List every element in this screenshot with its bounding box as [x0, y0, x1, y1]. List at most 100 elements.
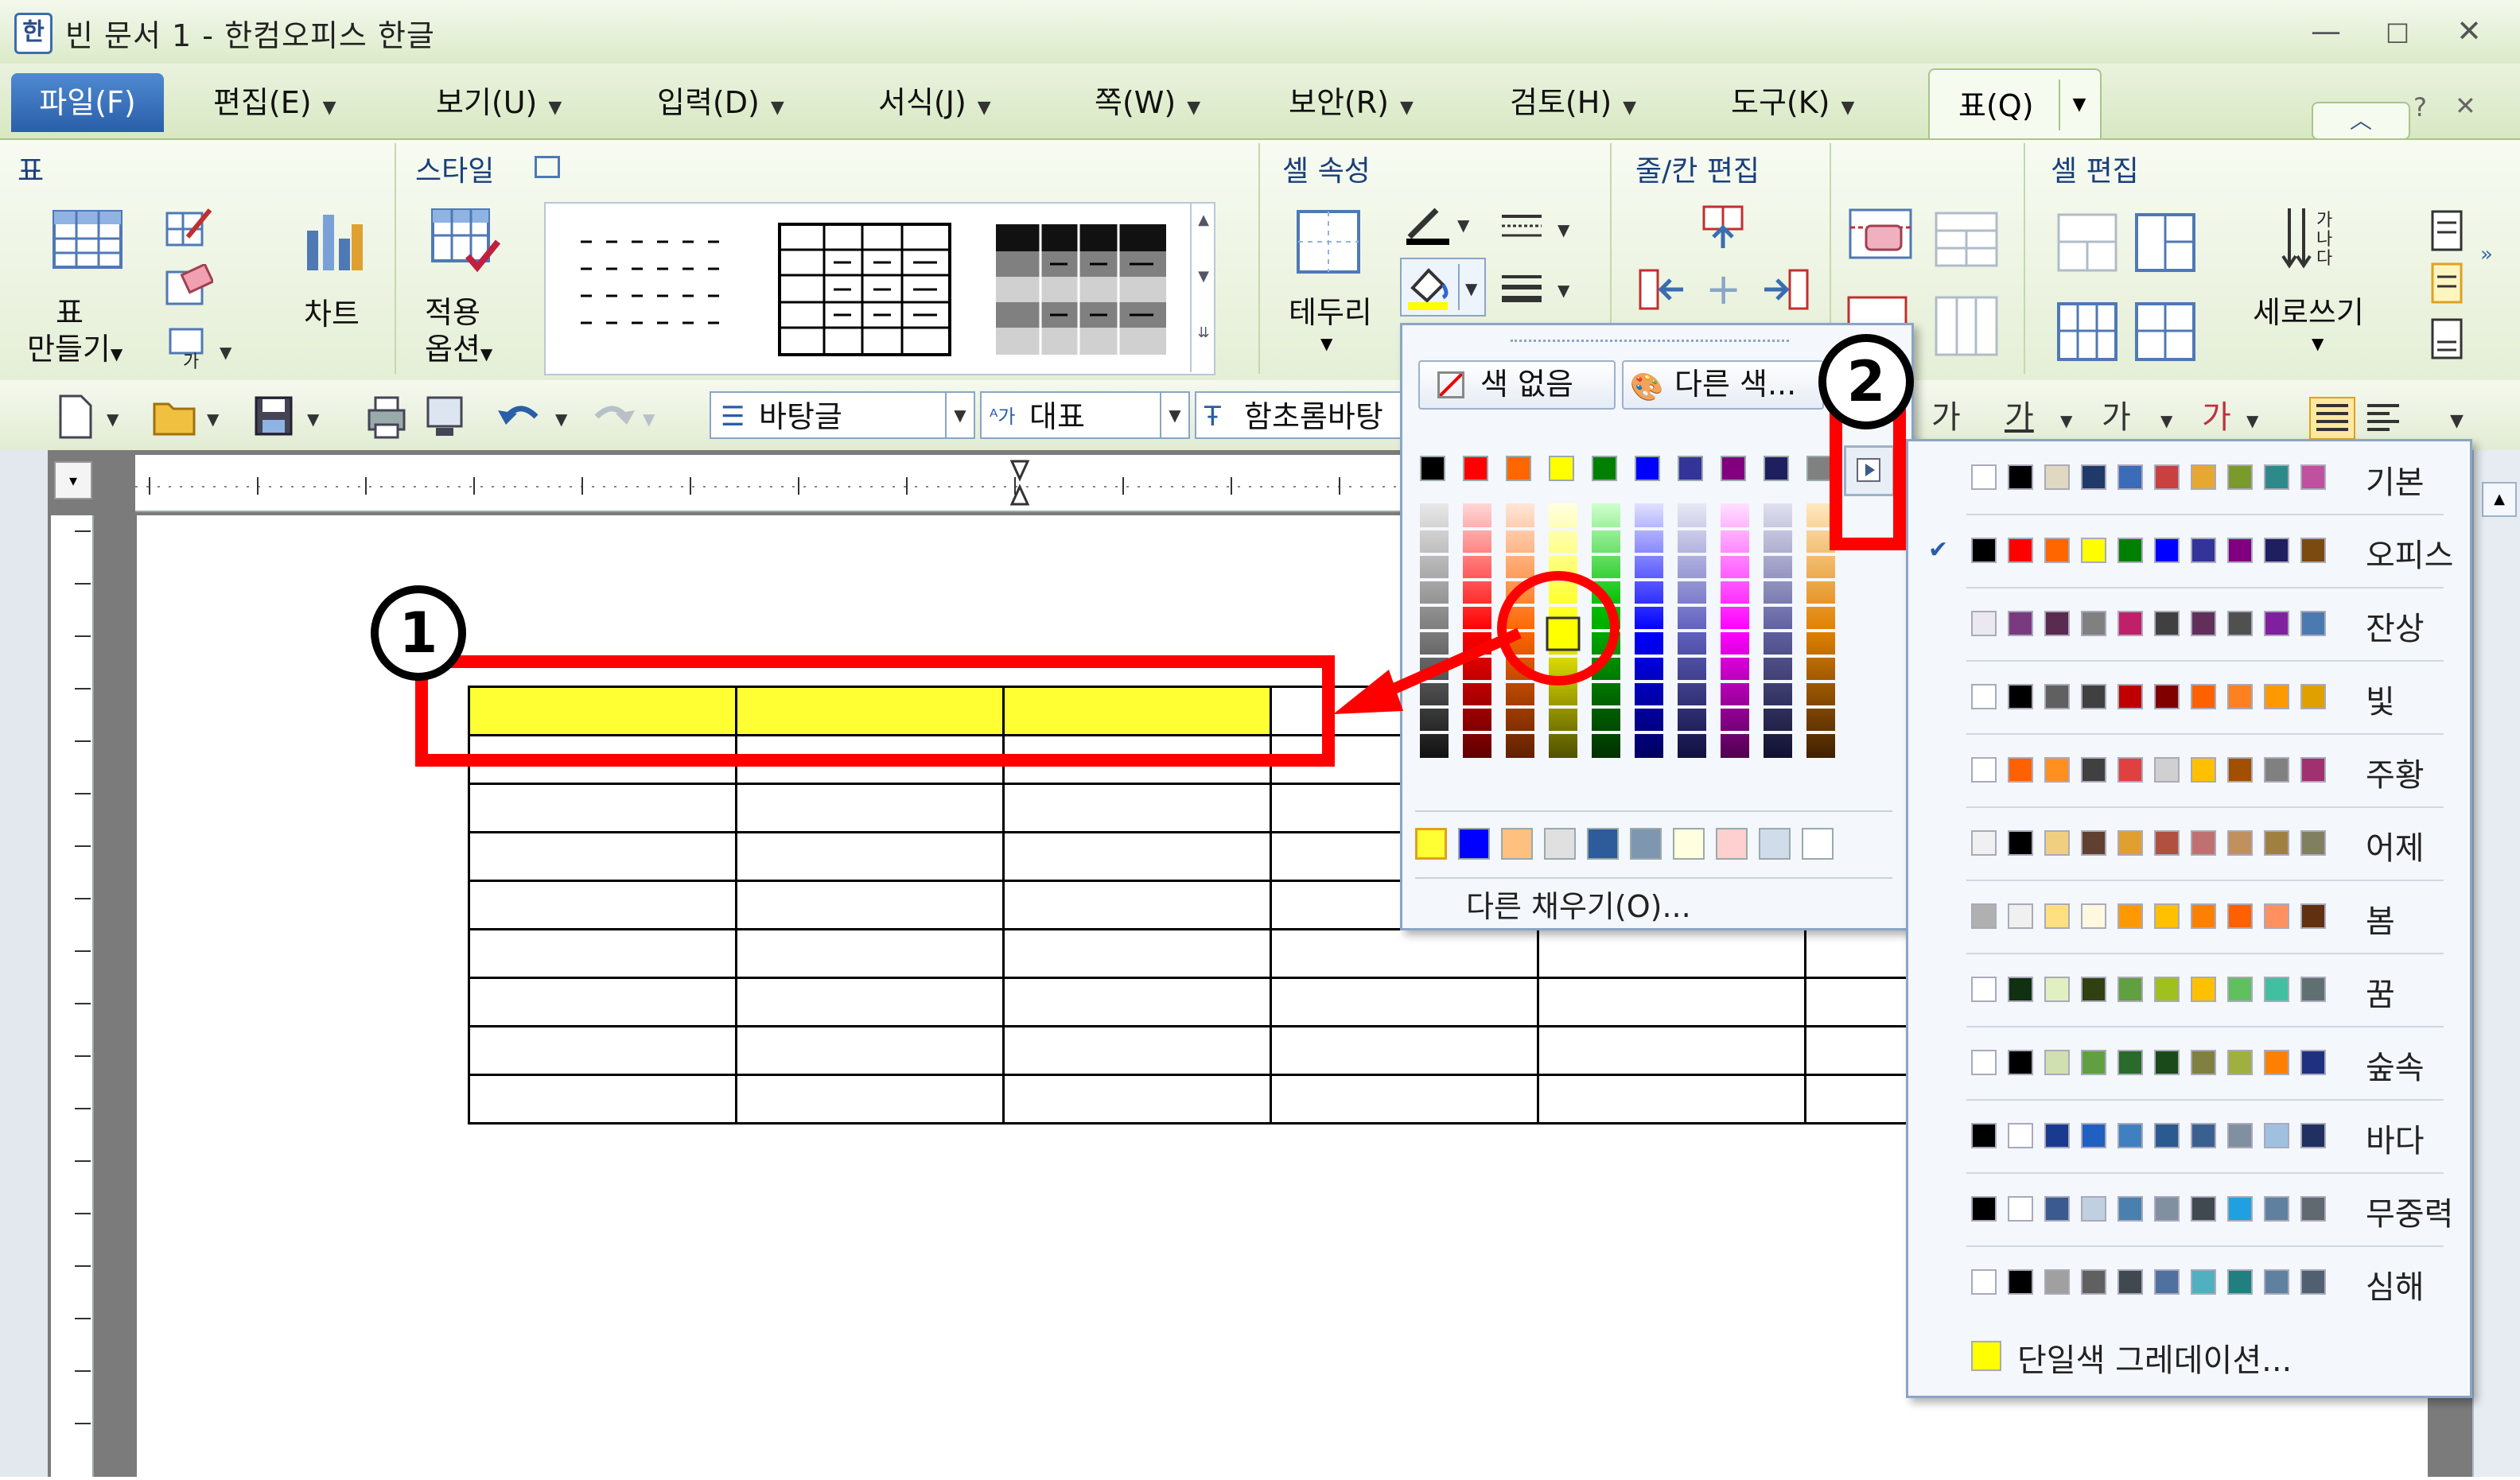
ruler-corner-button[interactable]: ▾: [54, 461, 92, 499]
table-cell[interactable]: [468, 1074, 737, 1125]
plus-icon[interactable]: +: [1705, 266, 1745, 313]
undo-icon[interactable]: ▼: [495, 393, 574, 441]
style-option-shaded[interactable]: [994, 223, 1169, 358]
minimize-icon[interactable]: —: [2304, 11, 2348, 51]
scroll-up-icon[interactable]: ▲: [2482, 482, 2517, 517]
palette-row[interactable]: 빛: [1906, 678, 2468, 751]
table-style-gallery[interactable]: [544, 202, 1215, 375]
table-cell[interactable]: [1270, 928, 1539, 979]
print-preview-icon[interactable]: [423, 393, 468, 441]
cell-quad-icon[interactable]: [2133, 301, 2197, 363]
chevron-down-icon[interactable]: ▼: [1320, 334, 1332, 353]
color-swatch[interactable]: [1721, 456, 1746, 481]
single-color-gradient-link[interactable]: 단일색 그레데이션...: [2017, 1334, 2292, 1381]
style-option-grid[interactable]: [778, 223, 953, 358]
table-cell[interactable]: [735, 928, 1005, 979]
table-cell[interactable]: [735, 977, 1005, 1027]
style-combo[interactable]: ☰ 바탕글 ▼: [710, 391, 975, 439]
fill-color-button[interactable]: ▼: [1400, 258, 1486, 317]
border-icon[interactable]: [1295, 208, 1362, 275]
table-cell[interactable]: [1002, 977, 1272, 1027]
chevron-down-icon[interactable]: ▼: [2059, 80, 2098, 130]
table-cell[interactable]: [735, 783, 1005, 833]
tab-page[interactable]: 쪽(W) ▼: [1095, 78, 1200, 127]
vertical-scrollbar[interactable]: ▲: [2472, 450, 2520, 1477]
table-cell[interactable]: [468, 880, 737, 930]
close-doc-icon[interactable]: ✕: [2455, 91, 2476, 121]
chevron-down-icon[interactable]: ▼: [945, 393, 974, 437]
make-table-button[interactable]: 만들기▼: [27, 324, 122, 368]
recent-color-swatch[interactable]: [1630, 828, 1662, 860]
table-cell[interactable]: [1537, 928, 1806, 979]
table-grid-icon[interactable]: [51, 208, 124, 270]
recent-color-swatch[interactable]: [1759, 828, 1791, 860]
tab-format[interactable]: 서식(J) ▼: [878, 78, 991, 127]
table-cell[interactable]: [735, 1025, 1005, 1076]
open-folder-icon[interactable]: ▼: [151, 393, 231, 441]
apply-options-button[interactable]: 옵션▼: [425, 324, 492, 368]
table-cell[interactable]: [1002, 1025, 1272, 1076]
vertical-text-icon[interactable]: 가나다: [2280, 205, 2343, 272]
table-cell[interactable]: [468, 977, 737, 1027]
palette-row[interactable]: 어제: [1906, 824, 2468, 897]
color-swatch[interactable]: [1463, 456, 1488, 481]
chevron-down-icon[interactable]: ▼: [2312, 334, 2324, 353]
recent-color-swatch[interactable]: [1501, 828, 1533, 860]
table-cell[interactable]: [1002, 928, 1272, 979]
delete-cells-icon[interactable]: [1845, 204, 1917, 270]
close-icon[interactable]: ✕: [2447, 11, 2491, 51]
font-name-combo[interactable]: Ŧ 함초롬바탕: [1195, 391, 1410, 439]
align-icons-column[interactable]: [2431, 208, 2463, 367]
save-icon[interactable]: ▼: [251, 393, 331, 441]
palette-row[interactable]: 기본: [1906, 458, 2468, 531]
color-swatch[interactable]: [1506, 456, 1531, 481]
table-cell[interactable]: [1002, 831, 1272, 882]
tab-review[interactable]: 검토(H) ▼: [1510, 78, 1636, 127]
other-color-button[interactable]: 🎨 다른 색...: [1622, 360, 1824, 410]
palette-row[interactable]: 잔상: [1906, 604, 2468, 678]
apply-options-icon[interactable]: [430, 207, 501, 274]
table-cell[interactable]: [468, 928, 737, 979]
print-icon[interactable]: [364, 393, 409, 441]
erase-table-icon[interactable]: [164, 262, 215, 309]
tab-edit[interactable]: 편집(E) ▼: [213, 78, 336, 127]
help-icon[interactable]: ?: [2413, 92, 2427, 122]
table-cell[interactable]: [468, 1025, 737, 1076]
tab-tools[interactable]: 도구(K) ▼: [1731, 78, 1854, 127]
color-swatch[interactable]: [1635, 456, 1660, 481]
recent-color-swatch[interactable]: [1544, 828, 1576, 860]
gallery-scroll[interactable]: ▲ ▼ ⇊: [1190, 204, 1215, 372]
split-cols-icon[interactable]: [1933, 294, 2000, 358]
table-cell[interactable]: [1537, 1074, 1806, 1125]
insert-col-right-icon[interactable]: [1761, 266, 1810, 313]
table-cell[interactable]: [1537, 977, 1806, 1027]
table-cell[interactable]: [735, 1074, 1005, 1125]
color-swatch[interactable]: [1806, 456, 1832, 481]
maximize-icon[interactable]: □: [2375, 11, 2420, 51]
chevron-down-icon[interactable]: ▼: [1160, 393, 1188, 437]
recent-color-swatch[interactable]: [1802, 828, 1834, 860]
palette-row[interactable]: 오피스: [1906, 531, 2468, 604]
table-cell[interactable]: [1270, 1074, 1539, 1125]
style-option-dashed[interactable]: [581, 227, 732, 347]
color-swatch[interactable]: [1592, 456, 1617, 481]
insert-row-above-icon[interactable]: [1699, 204, 1747, 251]
merge-cells-icon[interactable]: [2055, 212, 2119, 274]
palette-row[interactable]: 바다: [1906, 1117, 2468, 1190]
table-cell[interactable]: [468, 831, 737, 882]
caption-icon[interactable]: 가 ▼: [167, 326, 239, 372]
style-dialog-icon[interactable]: [535, 156, 560, 178]
table-cell[interactable]: [1537, 1025, 1806, 1076]
border-style-icon[interactable]: ▼: [1500, 210, 1577, 245]
palette-row[interactable]: 무중력: [1906, 1190, 2468, 1263]
table-cell[interactable]: [1002, 880, 1272, 930]
text-format-icons[interactable]: 가 가 ▼ 가 ▼ 가 ▼ ▼: [1912, 394, 2469, 442]
palette-row[interactable]: 봄: [1906, 897, 2468, 970]
color-swatch[interactable]: [1678, 456, 1703, 481]
split-cell-icon[interactable]: [2133, 212, 2197, 274]
tab-file[interactable]: 파일(F): [11, 73, 164, 132]
color-swatch[interactable]: [1420, 456, 1445, 481]
tab-view[interactable]: 보기(U) ▼: [436, 78, 562, 127]
table-cell[interactable]: [1002, 783, 1272, 833]
palette-row[interactable]: 주황: [1906, 751, 2468, 824]
